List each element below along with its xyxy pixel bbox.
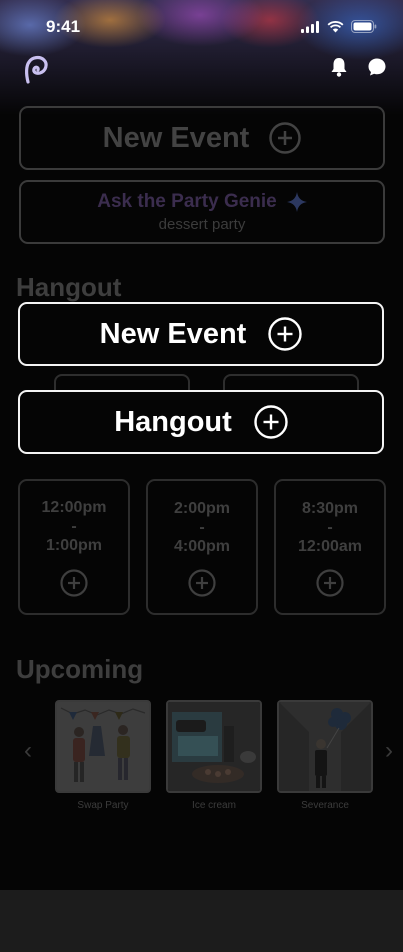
bg-new-event-label: New Event xyxy=(102,121,250,154)
event-label: Severance xyxy=(301,800,349,811)
slot-end: 4:00pm xyxy=(173,538,231,555)
plus-circle-icon xyxy=(254,405,288,439)
slot-start: 2:00pm xyxy=(173,500,231,517)
slot-start: 8:30pm xyxy=(301,500,359,517)
slot-end: 1:00pm xyxy=(45,537,103,554)
hangout-label: Hangout xyxy=(114,405,232,438)
ice-cream-image xyxy=(168,702,260,791)
slot-separator: - xyxy=(71,518,77,535)
severance-image xyxy=(279,702,371,791)
bg-new-event-button: New Event xyxy=(19,106,385,170)
carousel-prev-icon: ‹ xyxy=(24,737,32,764)
slot-separator: - xyxy=(199,519,205,536)
event-label: Swap Party xyxy=(77,800,129,811)
app-root: 9:41 New Event Ask the Party Genie desse… xyxy=(0,0,403,952)
bg-party-genie-card: Ask the Party Genie dessert party xyxy=(19,180,385,244)
new-event-button[interactable]: New Event xyxy=(18,302,384,366)
plus-circle-icon xyxy=(188,569,216,597)
bg-time-slot: 2:00pm - 4:00pm xyxy=(146,479,258,615)
status-icons xyxy=(301,20,377,33)
slot-end: 12:00am xyxy=(297,538,363,555)
bell-icon[interactable] xyxy=(330,57,348,77)
carousel-next-icon: › xyxy=(385,737,393,764)
plus-circle-icon xyxy=(316,569,344,597)
signal-icon xyxy=(301,20,319,33)
swap-party-image xyxy=(57,702,149,791)
bottom-strip xyxy=(0,890,403,952)
plus-circle-icon xyxy=(268,317,303,351)
logo-icon[interactable] xyxy=(22,54,50,86)
genie-subtitle: dessert party xyxy=(158,216,246,233)
battery-icon xyxy=(351,20,377,33)
new-event-label: New Event xyxy=(99,317,247,350)
hangout-button[interactable]: Hangout xyxy=(18,390,384,454)
bg-time-slot: 12:00pm - 1:00pm xyxy=(18,479,130,615)
event-thumbnail-swap-party xyxy=(55,700,151,793)
event-label: Ice cream xyxy=(192,800,236,811)
wifi-icon xyxy=(327,20,344,32)
event-thumbnail-severance xyxy=(277,700,373,793)
sparkle-icon xyxy=(286,192,307,212)
bg-hangout-title: Hangout xyxy=(16,272,122,302)
chat-icon[interactable] xyxy=(367,57,387,77)
bg-time-slot: 8:30pm - 12:00am xyxy=(274,479,386,615)
status-time: 9:41 xyxy=(46,17,81,36)
plus-circle-icon xyxy=(269,122,302,154)
bg-upcoming-title: Upcoming xyxy=(16,654,144,684)
genie-title: Ask the Party Genie xyxy=(97,191,277,212)
plus-circle-icon xyxy=(60,569,88,597)
event-thumbnail-ice-cream xyxy=(166,700,262,793)
slot-start: 12:00pm xyxy=(41,499,107,516)
slot-separator: - xyxy=(327,519,333,536)
